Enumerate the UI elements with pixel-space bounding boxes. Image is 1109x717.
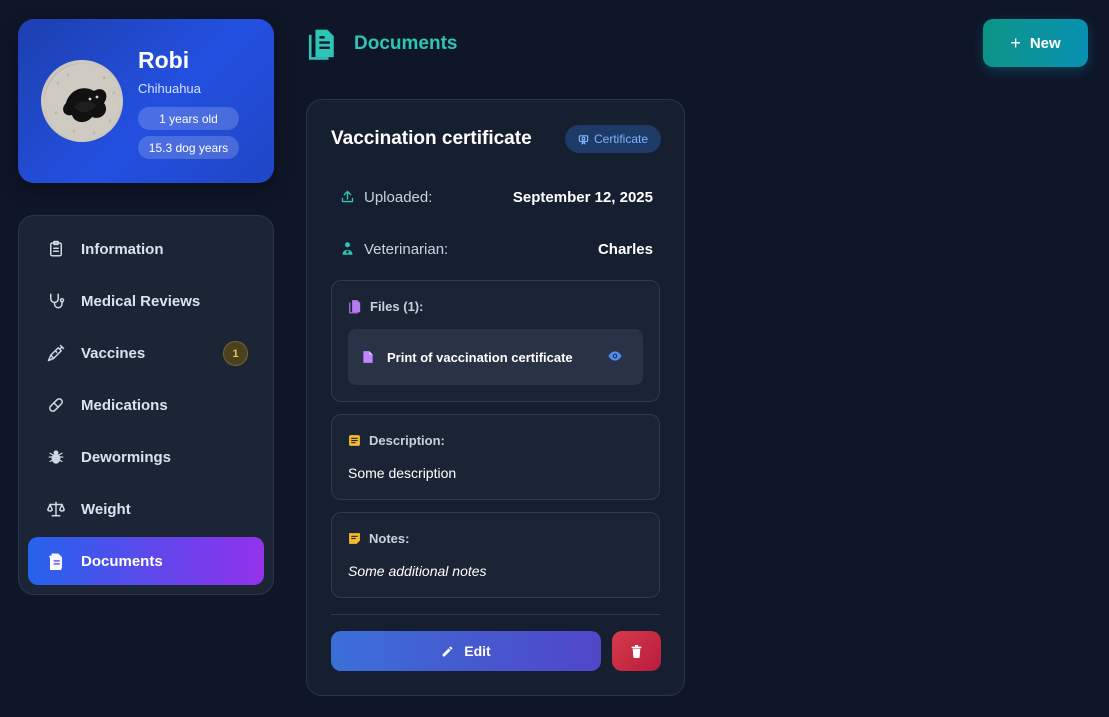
sidebar-item-label: Dewormings xyxy=(81,448,172,466)
syringe-icon xyxy=(46,343,66,363)
sidebar-item-label: Medications xyxy=(81,396,168,414)
edit-button-label: Edit xyxy=(464,643,491,659)
file-name: Print of vaccination certificate xyxy=(387,349,573,365)
uploaded-date: September 12, 2025 xyxy=(512,188,653,206)
uploaded-row: Uploaded: September 12, 2025 xyxy=(340,185,653,209)
files-header: Files (1): xyxy=(348,299,423,314)
description-title: Description: xyxy=(369,433,445,448)
vaccines-count-badge: 1 xyxy=(223,341,248,366)
notes-text: Some additional notes xyxy=(348,563,487,579)
veterinarian-name: Charles xyxy=(597,240,653,258)
description-section: Description: Some description xyxy=(331,414,660,500)
delete-button[interactable] xyxy=(612,631,661,671)
files-title: Files (1): xyxy=(370,299,424,314)
pet-photo xyxy=(44,63,120,139)
file-item[interactable]: Print of vaccination certificate xyxy=(348,329,643,385)
pet-breed: Chihuahua xyxy=(138,81,201,96)
sidebar-item-label: Weight xyxy=(81,500,131,518)
view-file-eye-icon[interactable] xyxy=(607,349,623,363)
page-title: Documents xyxy=(354,33,458,54)
document-type-badge: Certificate xyxy=(565,125,661,153)
files-icon xyxy=(348,299,362,314)
sidebar-item-label: Medical Reviews xyxy=(81,292,201,310)
sidebar-item-label: Information xyxy=(81,240,164,258)
document-icon xyxy=(46,551,66,571)
dog-years-badge: 15.3 dog years xyxy=(138,136,239,159)
trash-icon xyxy=(631,644,642,658)
pencil-icon xyxy=(441,645,454,658)
sidebar-nav: Information Medical Reviews Vaccines 1 M… xyxy=(18,215,274,595)
notes-header: Notes: xyxy=(348,531,409,546)
sidebar-item-vaccines[interactable]: Vaccines 1 xyxy=(28,329,264,377)
sidebar-item-dewormings[interactable]: Dewormings xyxy=(28,433,264,481)
sidebar-item-medications[interactable]: Medications xyxy=(28,381,264,429)
sidebar-item-documents[interactable]: Documents xyxy=(28,537,264,585)
clipboard-icon xyxy=(46,239,66,259)
veterinarian-icon xyxy=(340,241,356,257)
pill-icon xyxy=(46,395,66,415)
uploaded-label: Uploaded: xyxy=(364,188,433,206)
stethoscope-icon xyxy=(46,291,66,311)
file-icon xyxy=(362,350,374,364)
sidebar-item-information[interactable]: Information xyxy=(28,225,264,273)
veterinarian-label: Veterinarian: xyxy=(364,240,449,258)
new-document-button[interactable]: + New xyxy=(983,19,1088,67)
documents-icon xyxy=(306,27,338,61)
files-section: Files (1): Print of vaccination certific… xyxy=(331,280,660,402)
sidebar-item-medical-reviews[interactable]: Medical Reviews xyxy=(28,277,264,325)
description-text: Some description xyxy=(348,465,457,481)
description-header: Description: xyxy=(348,433,445,448)
pet-profile-card: Robi Chihuahua 1 years old 15.3 dog year… xyxy=(18,19,274,183)
scale-icon xyxy=(46,499,66,519)
notes-section: Notes: Some additional notes xyxy=(331,512,660,598)
plus-icon: + xyxy=(1010,33,1021,53)
new-button-label: New xyxy=(1029,34,1061,52)
veterinarian-row: Veterinarian: Charles xyxy=(340,237,653,261)
document-card: Vaccination certificate Certificate Uplo… xyxy=(306,99,685,696)
pet-name: Robi xyxy=(138,47,190,73)
pet-avatar xyxy=(41,60,123,142)
age-badge: 1 years old xyxy=(138,107,239,130)
card-divider xyxy=(331,614,660,615)
document-type-label: Certificate xyxy=(593,132,649,146)
page-header: Documents xyxy=(306,26,457,62)
upload-icon xyxy=(340,189,356,205)
notes-title: Notes: xyxy=(369,531,410,546)
bug-icon xyxy=(46,447,66,467)
sidebar-item-label: Documents xyxy=(81,552,163,570)
sidebar-item-label: Vaccines xyxy=(81,344,146,362)
description-icon xyxy=(348,434,361,447)
document-title: Vaccination certificate xyxy=(331,128,532,149)
notes-icon xyxy=(348,532,361,545)
edit-button[interactable]: Edit xyxy=(331,631,601,671)
certificate-icon xyxy=(578,134,589,145)
sidebar-item-weight[interactable]: Weight xyxy=(28,485,264,533)
